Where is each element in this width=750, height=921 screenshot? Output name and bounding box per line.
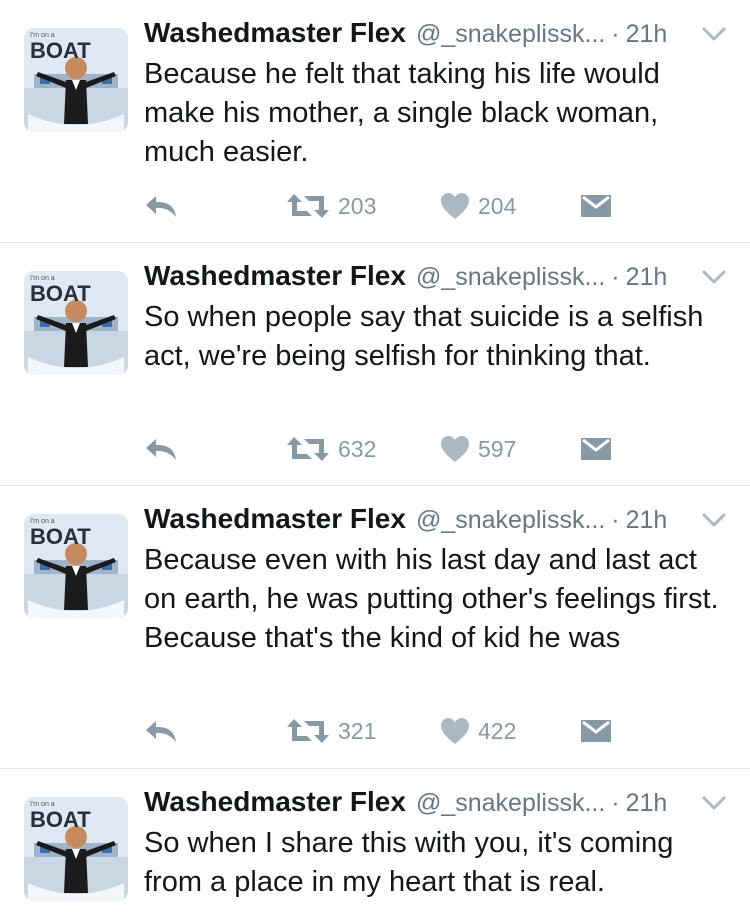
divider — [0, 485, 750, 486]
dm-button[interactable] — [580, 429, 612, 469]
display-name[interactable]: Washedmaster Flex — [144, 503, 406, 535]
avatar-brand: BOAT — [30, 281, 91, 306]
heart-icon — [441, 718, 469, 744]
avatar-brand: BOAT — [30, 38, 91, 63]
avatar-image: I'm on a BOAT — [24, 797, 128, 901]
tweet-text: Because he felt that taking his life wou… — [144, 58, 660, 168]
envelope-icon — [581, 195, 611, 217]
like-button[interactable]: 422 — [440, 711, 516, 751]
avatar-image: I'm on a BOAT — [24, 271, 128, 375]
tweet-text: So when I share this with you, it's comi… — [144, 827, 674, 898]
heart-icon — [441, 436, 469, 462]
reply-icon — [146, 439, 176, 460]
avatar-brand: BOAT — [30, 807, 91, 832]
tweet-header: Washedmaster Flex @_snakeplissk... · 21h — [144, 260, 667, 300]
tweet-header: Washedmaster Flex @_snakeplissk... · 21h — [144, 17, 667, 57]
separator-dot: · — [611, 789, 620, 817]
avatar-brand: BOAT — [30, 524, 91, 549]
envelope-icon — [581, 438, 611, 460]
avatar[interactable]: I'm on a BOAT — [24, 271, 128, 375]
retweet-button[interactable]: 321 — [286, 711, 376, 751]
tweet[interactable]: I'm on a BOAT Washedmaster Flex @_snakep… — [0, 786, 750, 921]
retweet-icon — [287, 194, 329, 218]
retweet-count: 632 — [338, 435, 377, 462]
retweet-count: 321 — [338, 717, 377, 744]
timestamp[interactable]: 21h — [626, 506, 668, 535]
tweet-text: So when people say that suicide is a sel… — [144, 301, 704, 372]
envelope-icon — [581, 720, 611, 742]
timestamp[interactable]: 21h — [626, 263, 668, 292]
heart-icon — [441, 193, 469, 219]
chevron-down-icon[interactable] — [700, 24, 728, 44]
dm-button[interactable] — [580, 186, 612, 226]
tweet-header: Washedmaster Flex @_snakeplissk... · 21h — [144, 503, 667, 543]
separator-dot: · — [611, 263, 620, 291]
divider — [0, 242, 750, 243]
like-button[interactable]: 597 — [440, 429, 516, 469]
retweet-button[interactable]: 203 — [286, 186, 376, 226]
display-name[interactable]: Washedmaster Flex — [144, 786, 406, 818]
chevron-down-icon[interactable] — [700, 793, 728, 813]
reply-icon — [146, 721, 176, 742]
avatar-image: I'm on a BOAT — [24, 28, 128, 132]
like-count: 204 — [478, 192, 517, 219]
tweet-text: Because even with his last day and last … — [144, 544, 719, 654]
timestamp[interactable]: 21h — [626, 789, 668, 818]
retweet-count: 203 — [338, 192, 377, 219]
like-button[interactable]: 204 — [440, 186, 516, 226]
display-name[interactable]: Washedmaster Flex — [144, 260, 406, 292]
chevron-down-icon[interactable] — [700, 267, 728, 287]
username[interactable]: @_snakeplissk... — [416, 20, 605, 49]
username[interactable]: @_snakeplissk... — [416, 263, 605, 292]
tweet-header: Washedmaster Flex @_snakeplissk... · 21h — [144, 786, 667, 826]
username[interactable]: @_snakeplissk... — [416, 506, 605, 535]
reply-button[interactable] — [144, 186, 178, 226]
tweet-actions: 632 597 — [144, 429, 644, 469]
like-count: 597 — [478, 435, 517, 462]
divider — [0, 768, 750, 769]
reply-icon — [146, 196, 176, 217]
avatar[interactable]: I'm on a BOAT — [24, 514, 128, 618]
chevron-down-icon[interactable] — [700, 510, 728, 530]
avatar[interactable]: I'm on a BOAT — [24, 28, 128, 132]
tweet-actions: 203 204 — [144, 186, 644, 226]
timestamp[interactable]: 21h — [626, 20, 668, 49]
tweet[interactable]: I'm on a BOAT Washedmaster Flex @_snakep… — [0, 260, 750, 485]
tweet[interactable]: I'm on a BOAT Washedmaster Flex @_snakep… — [0, 503, 750, 768]
avatar-image: I'm on a BOAT — [24, 514, 128, 618]
reply-button[interactable] — [144, 711, 178, 751]
retweet-icon — [287, 719, 329, 743]
display-name[interactable]: Washedmaster Flex — [144, 17, 406, 49]
avatar[interactable]: I'm on a BOAT — [24, 797, 128, 901]
dm-button[interactable] — [580, 711, 612, 751]
retweet-button[interactable]: 632 — [286, 429, 376, 469]
username[interactable]: @_snakeplissk... — [416, 789, 605, 818]
tweet-actions: 321 422 — [144, 711, 644, 751]
separator-dot: · — [611, 506, 620, 534]
retweet-icon — [287, 437, 329, 461]
like-count: 422 — [478, 717, 517, 744]
tweet[interactable]: I'm on a BOAT Washedmaster Flex @_snakep… — [0, 17, 750, 242]
separator-dot: · — [611, 20, 620, 48]
reply-button[interactable] — [144, 429, 178, 469]
